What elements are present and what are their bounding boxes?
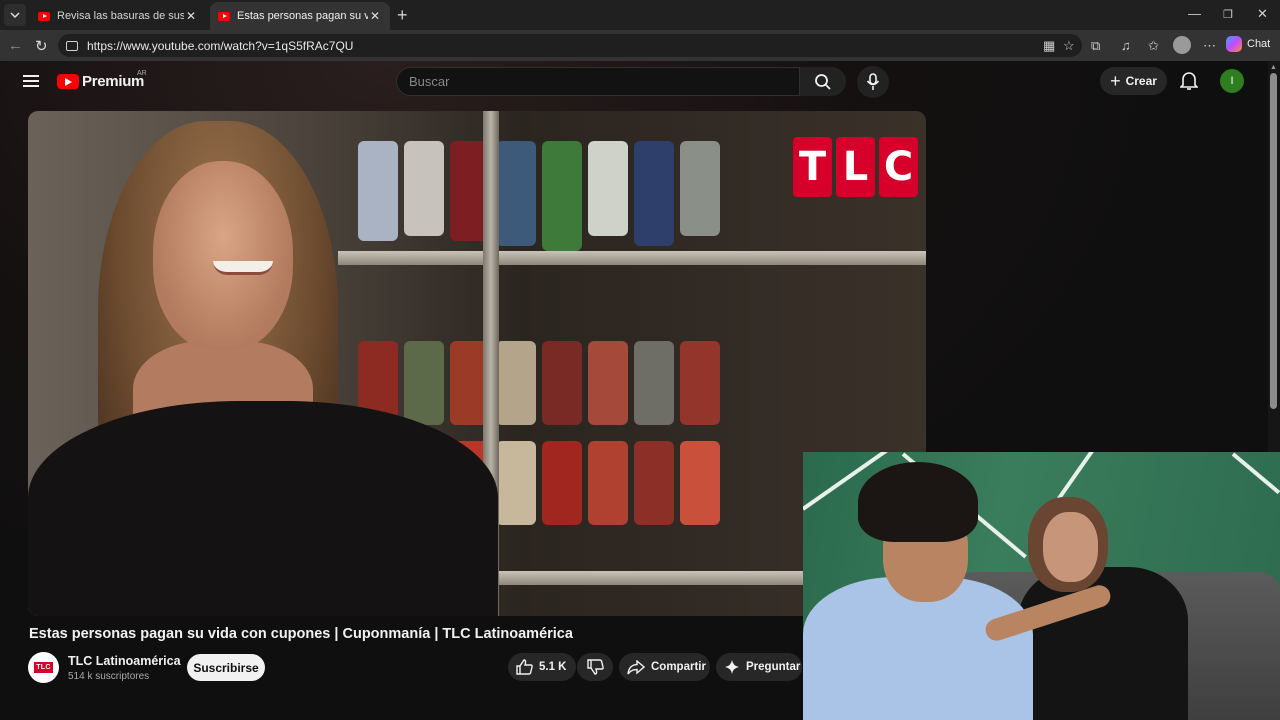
youtube-favicon — [218, 11, 230, 21]
country-code: AR — [137, 70, 147, 77]
copilot-chat-button[interactable]: Chat — [1226, 36, 1270, 52]
chat-label: Chat — [1247, 38, 1271, 50]
webcam-person-face — [1043, 512, 1098, 582]
tab-list-icon[interactable] — [4, 4, 26, 26]
share-label: Compartir — [651, 661, 706, 673]
dislike-icon — [586, 659, 604, 675]
tlc-letter: L — [836, 137, 875, 197]
browser-tab[interactable]: Revisa las basuras de sus amigos p ✕ — [30, 2, 206, 30]
browser-toolbar: ← ↻ https://www.youtube.com/watch?v=1qS5… — [0, 30, 1280, 61]
dislike-button[interactable] — [577, 653, 613, 681]
site-info-icon[interactable] — [66, 40, 78, 51]
hamburger-icon[interactable] — [23, 75, 39, 87]
more-icon[interactable]: ⋯ — [1203, 38, 1216, 54]
favorites-icon[interactable]: ✩ — [1148, 38, 1159, 54]
copilot-icon — [1226, 36, 1242, 52]
share-icon — [627, 659, 645, 675]
ask-label: Preguntar — [746, 661, 801, 673]
subscribe-button[interactable]: Suscribirse — [187, 654, 265, 681]
new-tab-button[interactable]: + — [397, 5, 408, 26]
like-count: 5.1 K — [539, 661, 567, 673]
youtube-logo[interactable]: Premium AR — [57, 70, 147, 90]
channel-avatar-text: TLC — [34, 662, 53, 673]
close-icon[interactable]: ✕ — [368, 9, 382, 23]
profile-icon[interactable] — [1173, 36, 1191, 54]
search-placeholder: Buscar — [409, 74, 450, 89]
split-screen-icon[interactable]: ▦ — [1043, 38, 1055, 54]
logo-text: Premium — [82, 73, 145, 90]
video-title: Estas personas pagan su vida con cupones… — [29, 626, 573, 642]
subscriber-count: 514 k suscriptores — [68, 671, 150, 682]
mic-icon — [866, 73, 880, 90]
tab-title: Estas personas pagan su vida con c — [237, 10, 368, 22]
video-shelf — [338, 251, 926, 265]
collections-icon[interactable]: ♫ — [1121, 38, 1131, 53]
video-person-face — [153, 161, 293, 351]
bell-icon[interactable] — [1179, 71, 1199, 96]
window-close-button[interactable]: ✕ — [1257, 6, 1268, 22]
minimize-button[interactable]: — — [1188, 6, 1201, 21]
video-person-smile — [213, 261, 273, 275]
close-icon[interactable]: ✕ — [184, 9, 198, 23]
tlc-letter: C — [879, 137, 918, 197]
share-button[interactable]: Compartir — [619, 653, 710, 681]
reload-icon[interactable]: ↻ — [35, 37, 48, 55]
browser-tab-bar: Revisa las basuras de sus amigos p ✕ Est… — [0, 0, 1280, 30]
video-shelf-cans — [358, 341, 918, 425]
tab-title: Revisa las basuras de sus amigos p — [57, 10, 184, 22]
video-player[interactable]: T L C — [28, 111, 926, 616]
restore-button[interactable]: ❐ — [1223, 8, 1233, 21]
youtube-play-icon — [57, 74, 79, 89]
video-person-shirt — [28, 401, 498, 616]
address-bar[interactable]: https://www.youtube.com/watch?v=1qS5fRAc… — [58, 34, 1082, 57]
channel-avatar[interactable]: TLC — [28, 652, 59, 683]
tlc-letter: T — [793, 137, 832, 197]
url-text: https://www.youtube.com/watch?v=1qS5fRAc… — [87, 38, 354, 53]
plus-icon: + — [1110, 70, 1121, 91]
back-icon[interactable]: ← — [8, 37, 23, 54]
like-button[interactable]: 5.1 K — [508, 653, 576, 681]
ask-button[interactable]: Preguntar — [716, 653, 802, 681]
avatar[interactable]: I — [1220, 69, 1244, 93]
youtube-favicon — [38, 11, 50, 21]
search-icon — [815, 73, 831, 90]
star-icon[interactable]: ☆ — [1063, 38, 1075, 54]
webcam-person-hair — [858, 462, 978, 542]
scrollbar-thumb[interactable] — [1270, 73, 1277, 409]
sparkle-icon — [725, 660, 739, 674]
voice-search-button[interactable] — [857, 66, 889, 98]
browser-tab-active[interactable]: Estas personas pagan su vida con c ✕ — [210, 2, 390, 30]
extensions-icon[interactable]: ⧉ — [1091, 38, 1100, 54]
scroll-up-icon[interactable]: ▲ — [1270, 64, 1277, 71]
webcam-overlay — [803, 452, 1280, 720]
search-button[interactable] — [800, 67, 846, 96]
create-label: Crear — [1125, 74, 1157, 88]
tlc-watermark-logo: T L C — [793, 137, 918, 197]
search-input[interactable]: Buscar — [396, 67, 800, 96]
channel-name[interactable]: TLC Latinoamérica — [68, 654, 181, 668]
create-button[interactable]: + Crear — [1100, 67, 1167, 95]
like-icon — [516, 659, 533, 675]
